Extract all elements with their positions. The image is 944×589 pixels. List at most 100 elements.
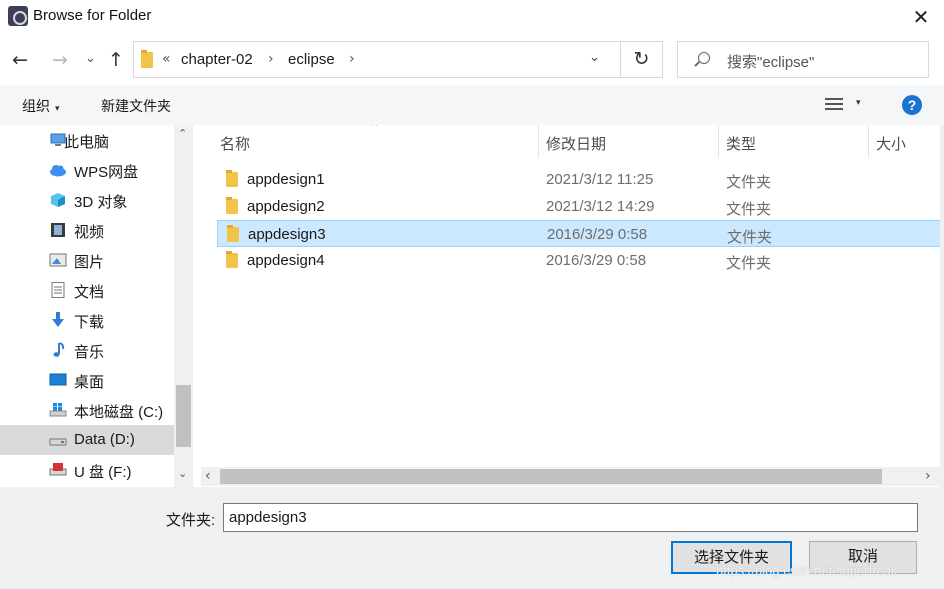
table-row-selected[interactable]: appdesign3 2016/3/29 0:58 文件夹	[217, 220, 941, 247]
sidebar-item-label: 图片	[74, 254, 105, 271]
new-folder-button[interactable]: 新建文件夹	[101, 96, 171, 116]
file-name: appdesign1	[247, 171, 325, 188]
breadcrumb-eclipse[interactable]: eclipse	[288, 51, 335, 68]
sidebar-item-videos[interactable]: 视频	[0, 215, 174, 245]
address-bar[interactable]: « chapter-02 › eclipse › ⌄	[133, 41, 621, 78]
pane-splitter[interactable]	[193, 125, 201, 487]
folder-icon	[141, 50, 153, 68]
search-icon	[698, 52, 710, 64]
file-date: 2021/3/12 11:25	[546, 171, 654, 188]
file-name: appdesign3	[248, 226, 326, 243]
navigation-pane: 此电脑 WPS网盘 3D 对象 视频 图片 文档 下载 音乐 桌面 本地磁盘 (…	[0, 125, 193, 487]
table-row[interactable]: appdesign4 2016/3/29 0:58 文件夹	[217, 247, 941, 274]
horizontal-scroll-thumb[interactable]	[220, 469, 882, 484]
search-placeholder: 搜索"eclipse"	[727, 54, 815, 71]
file-type: 文件夹	[726, 174, 772, 191]
sidebar-item-label: 音乐	[74, 344, 105, 361]
sidebar-item-documents[interactable]: 文档	[0, 275, 174, 305]
address-dropdown-chevron-icon[interactable]: ⌄	[589, 50, 600, 65]
sidebar-item-label: Data (D:)	[74, 431, 135, 448]
sidebar-item-music[interactable]: 音乐	[0, 335, 174, 365]
organize-button[interactable]: 组织 ▾	[22, 96, 60, 116]
windows-drive-icon	[49, 403, 67, 417]
sidebar-item-wps-cloud[interactable]: WPS网盘	[0, 155, 174, 185]
breadcrumb-chapter-02[interactable]: chapter-02	[181, 51, 253, 68]
sidebar-item-drive-c[interactable]: 本地磁盘 (C:)	[0, 395, 174, 425]
cube-icon	[51, 193, 65, 207]
folder-icon	[226, 170, 238, 187]
forward-arrow-icon[interactable]: →	[52, 49, 68, 71]
sidebar-scrollbar[interactable]: ⌃ ⌄	[174, 125, 193, 487]
sidebar-item-3d-objects[interactable]: 3D 对象	[0, 185, 174, 215]
watermark-text: https://blog.csdn.net/superfreak	[716, 563, 898, 578]
chevron-down-icon: ▾	[55, 104, 60, 114]
file-name: appdesign2	[247, 198, 325, 215]
sidebar-item-label: 3D 对象	[74, 194, 128, 211]
sidebar-item-label: 本地磁盘 (C:)	[74, 404, 164, 421]
folder-icon	[226, 197, 238, 214]
drive-icon	[49, 438, 67, 446]
refresh-icon[interactable]: ↻	[621, 41, 663, 78]
title-bar: Browse for Folder ✕	[0, 0, 944, 33]
desktop-icon	[49, 373, 67, 386]
folder-name-field[interactable]	[223, 503, 918, 532]
scroll-left-icon[interactable]: ‹	[205, 468, 211, 484]
usb-drive-icon	[49, 463, 67, 476]
folder-icon	[227, 225, 239, 242]
scroll-up-icon[interactable]: ⌃	[178, 127, 187, 140]
column-header-name[interactable]: 名称	[212, 125, 539, 158]
close-icon[interactable]: ✕	[908, 4, 934, 30]
document-icon	[51, 282, 65, 298]
file-date: 2016/3/29 0:58	[547, 226, 648, 243]
column-header-type[interactable]: 类型	[718, 125, 868, 158]
breadcrumb-overflow-icon[interactable]: «	[162, 51, 171, 67]
help-icon[interactable]: ?	[902, 95, 922, 115]
view-chevron-down-icon[interactable]: ▾	[856, 98, 861, 108]
file-name: appdesign4	[247, 252, 325, 269]
sidebar-item-label: WPS网盘	[74, 164, 139, 181]
file-type: 文件夹	[726, 255, 772, 272]
breadcrumb-separator-icon[interactable]: ›	[349, 51, 355, 67]
sidebar-scroll-thumb[interactable]	[176, 385, 191, 447]
folder-icon	[226, 251, 238, 268]
sidebar-item-label: U 盘 (F:)	[74, 464, 132, 481]
file-list: ⌃ 名称 修改日期 类型 大小 appdesign1 2021/3/12 11:…	[201, 125, 944, 467]
sidebar-item-label: 下载	[74, 314, 105, 331]
file-list-horizontal-scrollbar[interactable]: ‹ ›	[201, 467, 940, 486]
recent-locations-chevron-icon[interactable]: ⌄	[85, 51, 96, 66]
sidebar-item-label: 桌面	[74, 374, 105, 391]
file-date: 2016/3/29 0:58	[546, 252, 647, 269]
table-row[interactable]: appdesign1 2021/3/12 11:25 文件夹	[217, 166, 941, 193]
download-icon	[52, 312, 64, 327]
breadcrumb-separator-icon[interactable]: ›	[268, 51, 274, 67]
sidebar-item-desktop[interactable]: 桌面	[0, 365, 174, 395]
window-title: Browse for Folder	[33, 7, 152, 24]
sidebar-item-label: 视频	[74, 224, 105, 241]
sidebar-item-drive-f[interactable]: U 盘 (F:)	[0, 455, 174, 485]
sidebar-item-drive-d[interactable]: Data (D:)	[0, 425, 174, 455]
scroll-down-icon[interactable]: ⌄	[178, 467, 187, 480]
music-icon	[53, 342, 65, 357]
table-row[interactable]: appdesign2 2021/3/12 14:29 文件夹	[217, 193, 941, 220]
file-type: 文件夹	[726, 201, 772, 218]
view-options-icon[interactable]	[825, 97, 843, 111]
folder-field-label: 文件夹:	[166, 512, 216, 529]
column-header-size[interactable]: 大小	[868, 125, 944, 158]
column-header-date-modified[interactable]: 修改日期	[538, 125, 718, 158]
sidebar-item-pictures[interactable]: 图片	[0, 245, 174, 275]
sidebar-item-label: 此电脑	[64, 134, 110, 151]
file-type: 文件夹	[727, 229, 773, 246]
search-input[interactable]: 搜索"eclipse"	[677, 41, 929, 78]
command-toolbar: 组织 ▾ 新建文件夹 ▾	[0, 85, 944, 125]
up-arrow-icon[interactable]: ↑	[108, 49, 124, 71]
sidebar-item-downloads[interactable]: 下载	[0, 305, 174, 335]
cloud-icon	[50, 165, 66, 177]
scroll-right-icon[interactable]: ›	[925, 468, 931, 484]
video-icon	[51, 223, 65, 237]
picture-icon	[49, 253, 67, 267]
eclipse-app-icon	[8, 6, 28, 26]
file-list-vertical-scrollbar[interactable]	[940, 125, 944, 487]
file-date: 2021/3/12 14:29	[546, 198, 655, 215]
back-arrow-icon[interactable]: ←	[12, 49, 28, 71]
sidebar-item-this-pc[interactable]: 此电脑	[0, 125, 174, 155]
